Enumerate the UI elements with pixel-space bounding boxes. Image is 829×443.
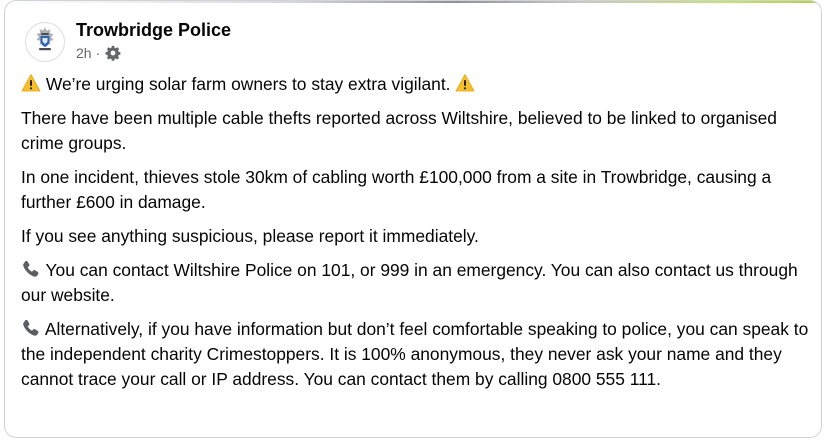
meta-separator: · (95, 45, 101, 61)
header-text: Trowbridge Police 2h · (76, 18, 231, 62)
post-timestamp[interactable]: 2h (76, 44, 92, 62)
page-name-link[interactable]: Trowbridge Police (76, 18, 231, 42)
post-paragraph-1: We’re urging solar farm owners to stay e… (21, 72, 811, 97)
page-avatar[interactable] (25, 22, 65, 62)
telephone-icon (21, 318, 41, 338)
telephone-icon (21, 259, 41, 279)
top-strip (5, 1, 821, 3)
facebook-post-card: Trowbridge Police 2h · We’re urging sola… (4, 0, 822, 438)
post-header: Trowbridge Police 2h · (25, 18, 231, 66)
post-paragraph-2: There have been multiple cable thefts re… (21, 108, 777, 153)
police-crest-icon (30, 25, 60, 60)
post-paragraph-1-text: We’re urging solar farm owners to stay e… (45, 74, 451, 94)
post-meta: 2h · (76, 44, 231, 62)
warning-icon (21, 73, 41, 93)
post-paragraph-3: In one incident, thieves stole 30km of c… (21, 167, 772, 212)
gear-icon[interactable] (105, 45, 121, 61)
post-paragraph-4: If you see anything suspicious, please r… (21, 226, 479, 246)
warning-icon (455, 73, 475, 93)
post-paragraph-6: Alternatively, if you have information b… (21, 317, 811, 392)
post-paragraph-5: You can contact Wiltshire Police on 101,… (21, 258, 811, 308)
post-body: We’re urging solar farm owners to stay e… (21, 72, 811, 401)
post-paragraph-5-text: You can contact Wiltshire Police on 101,… (21, 260, 798, 305)
post-paragraph-6-text: Alternatively, if you have information b… (21, 319, 809, 389)
